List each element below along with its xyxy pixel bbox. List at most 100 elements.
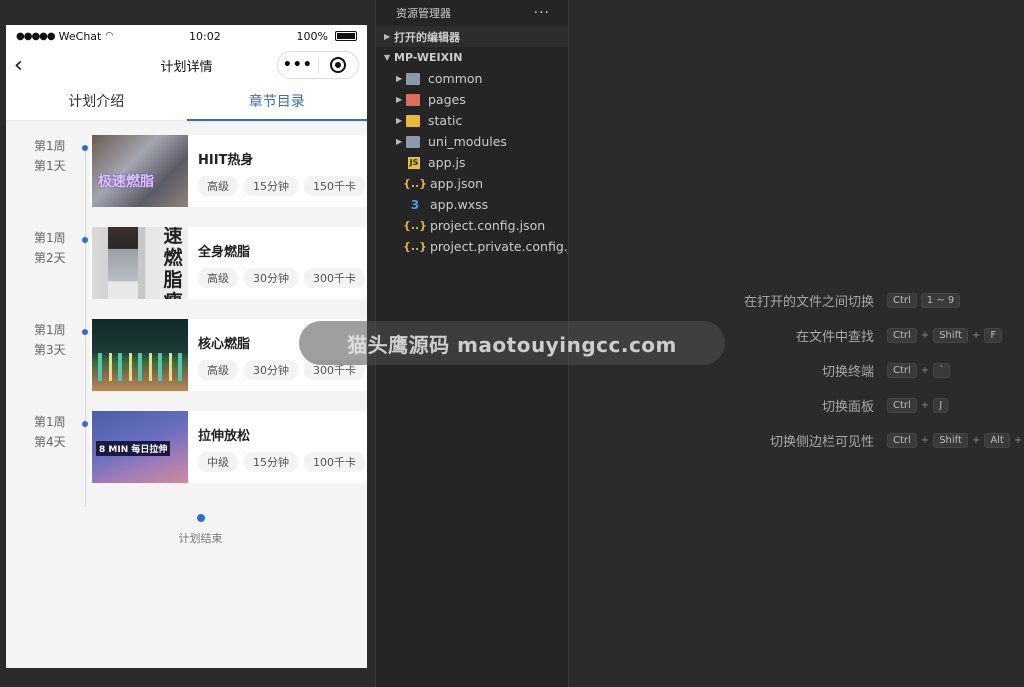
more-dots-icon[interactable]: •••	[278, 57, 318, 73]
thumbnail-caption: 8 MIN 每日拉伸	[96, 441, 171, 456]
timeline-dot	[82, 237, 88, 243]
signal-icon: ●●●●●	[16, 30, 56, 42]
duration-tag: 15分钟	[244, 452, 298, 472]
shortcut-label: 切换面板	[821, 399, 874, 415]
plan-end-label: 计划结束	[178, 532, 223, 545]
plus-sign: +	[920, 434, 930, 446]
tab-bar: 计划介绍 章节目录	[6, 83, 367, 121]
thumbnail-caption: 极速燃脂	[98, 174, 154, 190]
chevron-right-icon: ▶	[396, 137, 403, 146]
plan-timeline: 第1周 第1天 极速燃脂 HIIT热身 高级 15分钟 150千卡 第1周 第2…	[6, 121, 367, 507]
tree-label: app.json	[430, 176, 484, 191]
page-title: 计划详情	[160, 59, 213, 75]
plan-title: HIIT热身	[198, 153, 254, 168]
athlete-figure	[108, 227, 138, 299]
folder-icon	[406, 135, 420, 148]
week-label: 第1周	[34, 139, 66, 153]
tree-label: project.config.json	[430, 218, 546, 233]
duration-tag: 30分钟	[244, 360, 298, 380]
wifi-icon: ◠	[105, 31, 114, 41]
status-time: 10:02	[189, 29, 221, 43]
key-cap: Ctrl	[887, 292, 917, 308]
calorie-tag: 300千卡	[304, 268, 365, 288]
plus-sign: +	[920, 329, 930, 341]
tree-label: app.wxss	[430, 197, 489, 212]
tree-file-app-json[interactable]: {..} app.json	[376, 173, 568, 194]
tree-label: common	[428, 71, 483, 86]
tree-folder-common[interactable]: ▶ common	[376, 68, 568, 89]
more-actions-icon[interactable]: ···	[534, 5, 550, 21]
section-label: 打开的编辑器	[394, 30, 460, 44]
key-cap: F	[984, 327, 1003, 343]
plan-card[interactable]: 极速燃脂 HIIT热身 高级 15分钟 150千卡	[90, 135, 367, 207]
js-file-icon: JS	[408, 156, 420, 169]
tab-chapter-list[interactable]: 章节目录	[186, 83, 368, 121]
key-cap: Ctrl	[887, 432, 917, 448]
key-cap: `	[933, 362, 951, 378]
tree-folder-uni-modules[interactable]: ▶ uni_modules	[376, 131, 568, 152]
level-tag: 高级	[198, 360, 238, 380]
plus-sign: +	[971, 329, 981, 341]
tree-folder-static[interactable]: ▶ static	[376, 110, 568, 131]
plan-item: 第1周 第2天 速燃脂瘦 全身燃脂 高级 30分钟 300千卡	[6, 225, 367, 317]
tree-folder-pages[interactable]: ▶ pages	[376, 89, 568, 110]
tree-label: static	[428, 113, 463, 128]
tree-file-app-wxss[interactable]: 3 app.wxss	[376, 194, 568, 215]
json-file-icon: {..}	[402, 177, 428, 190]
duration-tag: 15分钟	[244, 176, 298, 196]
battery-icon	[335, 31, 357, 41]
key-cap: J	[933, 397, 949, 413]
timeline-dot	[82, 145, 88, 151]
calorie-tag: 150千卡	[304, 176, 365, 196]
chevron-right-icon: ▶	[384, 32, 391, 41]
carrier-label: WeChat	[58, 29, 102, 43]
project-name: MP-WEIXIN	[394, 51, 463, 64]
status-bar: ●●●●● WeChat ◠ 10:02 100%	[6, 25, 367, 47]
folder-static-icon	[406, 114, 420, 127]
thumbnail-caption: 速燃脂瘦	[163, 227, 183, 299]
watermark-banner: 猫头鹰源码 maotouyingcc.com	[299, 321, 725, 365]
plus-sign: +	[920, 364, 930, 376]
css-file-icon: 3	[410, 197, 420, 212]
level-tag: 高级	[198, 176, 238, 196]
menu-capsule: •••	[277, 51, 359, 79]
tree-file-project-config[interactable]: {..} project.config.json	[376, 215, 568, 236]
plan-item: 第1周 第4天 8 MIN 每日拉伸 拉伸放松 中级 15分钟 100千卡	[6, 409, 367, 501]
key-cap: Shift	[933, 432, 968, 448]
chevron-right-icon: ▶	[396, 116, 403, 125]
timeline-dot	[82, 421, 88, 427]
shortcut-label: 切换终端	[821, 364, 874, 380]
plus-sign: +	[1013, 434, 1023, 446]
key-cap: Ctrl	[887, 397, 917, 413]
plan-card[interactable]: 8 MIN 每日拉伸 拉伸放松 中级 15分钟 100千卡	[90, 411, 367, 483]
shortcut-label: 在文件中查找	[795, 329, 874, 345]
week-label: 第1周	[34, 231, 66, 245]
day-label: 第1天	[34, 159, 66, 173]
week-label: 第1周	[34, 415, 66, 429]
shortcut-row: 在打开的文件之间切换 Ctrl 1 ~ 9	[569, 290, 1024, 310]
tab-plan-intro[interactable]: 计划介绍	[6, 83, 187, 120]
key-cap: 1 ~ 9	[920, 292, 961, 308]
folder-pages-icon	[406, 93, 420, 106]
plus-sign: +	[920, 399, 930, 411]
close-miniprogram-button[interactable]	[319, 57, 359, 73]
duration-tag: 30分钟	[244, 268, 298, 288]
tree-file-app-js[interactable]: JS app.js	[376, 152, 568, 173]
shortcut-label: 切换侧边栏可见性	[769, 434, 874, 450]
target-icon	[330, 57, 347, 73]
key-cap: Ctrl	[887, 362, 917, 378]
plan-title: 拉伸放松	[198, 429, 251, 444]
key-cap: Alt	[984, 432, 1010, 448]
plan-thumbnail: 8 MIN 每日拉伸	[92, 411, 188, 483]
day-label: 第4天	[34, 435, 66, 449]
plan-card[interactable]: 速燃脂瘦 全身燃脂 高级 30分钟 300千卡	[90, 227, 367, 299]
section-project[interactable]: ▼ MP-WEIXIN	[376, 47, 568, 68]
section-open-editors[interactable]: ▶ 打开的编辑器	[376, 26, 568, 47]
chevron-left-icon[interactable]: ‹	[14, 53, 23, 78]
explorer-header: 资源管理器 ···	[376, 0, 568, 26]
level-tag: 高级	[198, 268, 238, 288]
tree-file-project-private-config[interactable]: {..} project.private.config.js...	[376, 236, 590, 257]
nav-bar: ‹ 计划详情 •••	[6, 47, 367, 83]
tree-label: app.js	[428, 155, 466, 170]
explorer-title: 资源管理器	[396, 7, 451, 20]
